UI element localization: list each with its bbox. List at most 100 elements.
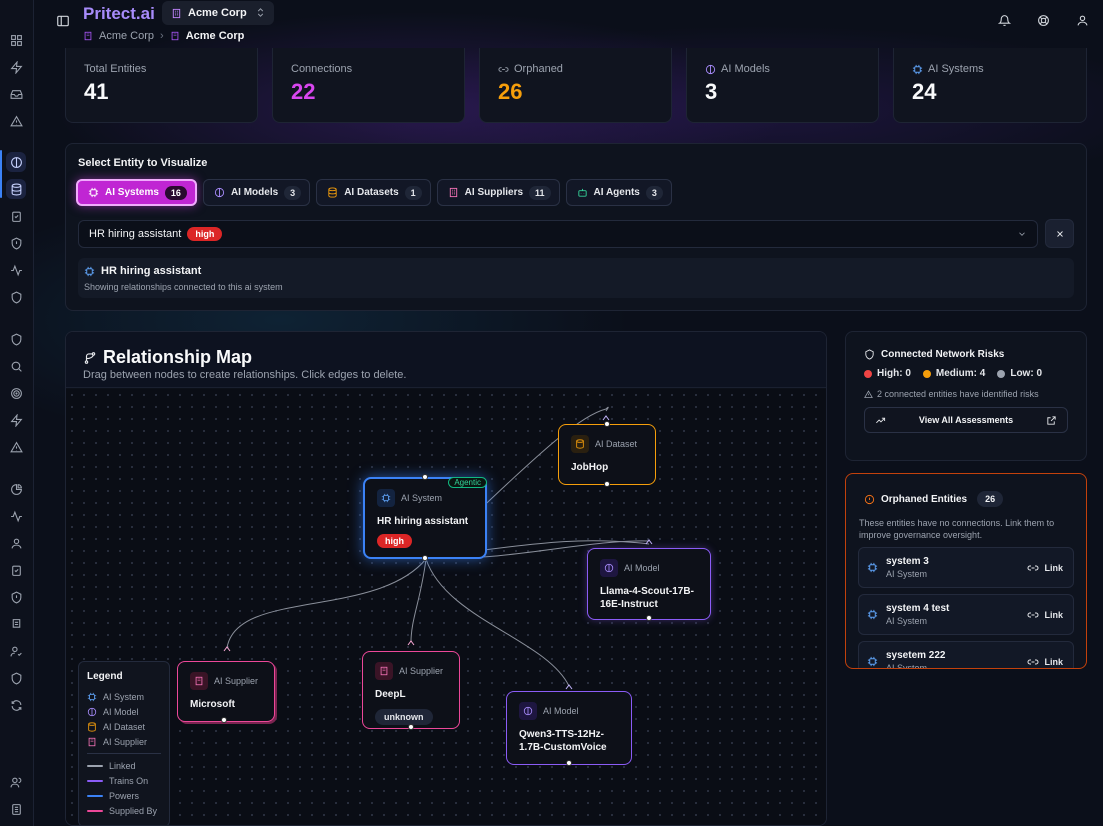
sidebar-pulse-icon[interactable] (8, 508, 24, 524)
sidebar-inbox-icon[interactable] (8, 86, 24, 102)
sidebar-shield-icon[interactable] (8, 289, 24, 305)
orphaned-item-name: sysetem 222 (886, 650, 946, 661)
legend-line (87, 779, 103, 782)
node-handle[interactable] (408, 724, 414, 730)
sidebar-shield-alert-icon[interactable] (8, 235, 24, 251)
sidebar-scroll-icon[interactable] (8, 616, 24, 632)
sidebar-active-indicator (0, 150, 2, 198)
node-hr-hiring-assistant[interactable]: Agentic AI System HR hiring assistant hi… (363, 474, 487, 561)
chip-ai-agents[interactable]: AI Agents 3 (565, 179, 672, 206)
sidebar (0, 0, 34, 826)
help-icon[interactable] (1037, 14, 1050, 32)
edge-marker (407, 640, 415, 646)
agentic-tag: Agentic (448, 477, 487, 488)
sidebar-document-icon[interactable] (8, 801, 24, 817)
sidebar-team-icon[interactable] (8, 774, 24, 790)
node-handle[interactable] (604, 481, 610, 487)
node-deepl[interactable]: AI Supplier DeepL unknown (362, 651, 460, 730)
stat-card-ai-systems: AI Systems 24 (893, 48, 1087, 123)
close-icon (1056, 230, 1063, 237)
sidebar-search-icon[interactable] (8, 358, 24, 374)
node-type: AI Model (543, 706, 579, 716)
chip-ai-models[interactable]: AI Models 3 (202, 179, 311, 206)
chevron-down-icon (1017, 229, 1027, 242)
link-button[interactable]: Link (1027, 609, 1063, 621)
sidebar-alert-icon[interactable] (8, 113, 24, 129)
sidebar-bolt-icon[interactable] (8, 59, 24, 75)
node-handle[interactable] (422, 474, 428, 480)
sidebar-shield-2-icon[interactable] (8, 331, 24, 347)
legend-item: AI Supplier (87, 734, 161, 749)
sidebar-target-icon[interactable] (8, 385, 24, 401)
brain-icon (87, 707, 97, 716)
orphaned-item-text: system 3 AI System (886, 556, 929, 579)
sidebar-user-check-icon[interactable] (8, 643, 24, 659)
sidebar-activity-icon[interactable] (8, 262, 24, 278)
sidebar-chart-pie-icon[interactable] (8, 481, 24, 497)
orphaned-item[interactable]: system 3 AI System Link (858, 547, 1074, 588)
git-branch-icon (84, 351, 96, 364)
node-handle[interactable] (422, 555, 428, 561)
clear-selection-button[interactable] (1045, 219, 1074, 248)
sidebar-brain-icon[interactable] (6, 152, 26, 172)
sidebar-dashboard-icon[interactable] (8, 32, 24, 48)
chip-ai-datasets[interactable]: AI Datasets 1 (316, 179, 431, 206)
sidebar-shield-3-icon[interactable] (8, 670, 24, 686)
sidebar-shield-check-icon[interactable] (8, 589, 24, 605)
trending-up-icon (876, 417, 886, 423)
user-icon[interactable] (1076, 14, 1089, 32)
legend-edge: Supplied By (87, 803, 161, 818)
node-icon (519, 702, 537, 720)
breadcrumb-item[interactable]: Acme Corp (99, 30, 154, 42)
sidebar-refresh-icon[interactable] (8, 697, 24, 713)
sidebar-clipboard-check-icon[interactable] (8, 562, 24, 578)
node-type: AI Dataset (595, 439, 638, 449)
link-button[interactable]: Link (1027, 656, 1063, 668)
graph-canvas[interactable]: AI Dataset JobHop Agentic AI System HR h… (66, 389, 826, 825)
view-assessments-button[interactable]: View All Assessments (864, 407, 1068, 433)
stat-label-row: AI Systems (912, 63, 1068, 75)
link-label: Link (1044, 657, 1063, 667)
selected-entity-name-row: HR hiring assistant (84, 265, 1068, 277)
sidebar-database-icon[interactable] (6, 179, 26, 199)
node-handle[interactable] (221, 717, 227, 723)
orphaned-item[interactable]: system 4 test AI System Link (858, 594, 1074, 635)
node-microsoft[interactable]: AI Supplier Microsoft (177, 661, 275, 723)
org-switcher[interactable]: Acme Corp (162, 1, 274, 25)
node-qwen[interactable]: AI Model Qwen3-TTS-12Hz-1.7B-CustomVoice (506, 691, 632, 766)
node-llama[interactable]: AI Model Llama-4-Scout-17B-16E-Instruct (587, 548, 711, 621)
orphaned-item-type: AI System (886, 663, 928, 669)
entity-select-dropdown[interactable]: HR hiring assistant high (78, 220, 1038, 248)
chip-count: 16 (164, 185, 187, 200)
risk-counts: High: 0 Medium: 4 Low: 0 (864, 368, 1068, 379)
alert-icon (864, 389, 873, 398)
org-switcher-label: Acme Corp (188, 7, 247, 19)
chip-ai-suppliers[interactable]: AI Suppliers 11 (436, 179, 560, 206)
legend-item: AI Model (87, 704, 161, 719)
sidebar-alert-2-icon[interactable] (8, 439, 24, 455)
chip-ai-systems[interactable]: AI Systems 16 (76, 179, 197, 206)
legend-divider (87, 753, 161, 754)
sidebar-clipboard-icon[interactable] (8, 208, 24, 224)
brand-logo[interactable]: Pritect.ai (83, 4, 155, 24)
node-jobhop[interactable]: AI Dataset JobHop (558, 421, 656, 487)
sidebar-toggle-icon[interactable] (56, 14, 70, 33)
sidebar-bolt-2-icon[interactable] (8, 412, 24, 428)
node-icon (375, 662, 393, 680)
risk-low: Low: 0 (997, 368, 1042, 379)
risk-badge: high (187, 227, 223, 241)
bell-icon[interactable] (997, 14, 1012, 32)
selected-entity-desc: Showing relationships connected to this … (84, 282, 283, 292)
node-handle[interactable] (646, 615, 652, 621)
orphaned-desc: These entities have no connections. Link… (859, 518, 1055, 540)
sidebar-users-icon[interactable] (8, 535, 24, 551)
link-button[interactable]: Link (1027, 562, 1063, 574)
building-icon (172, 8, 181, 18)
shield-icon (865, 349, 874, 360)
chip-count: 3 (645, 185, 663, 200)
unlink-icon (498, 66, 509, 72)
node-handle[interactable] (604, 421, 610, 427)
orphaned-item[interactable]: sysetem 222 AI System Link (858, 641, 1074, 669)
building-icon (380, 666, 388, 676)
node-handle[interactable] (566, 760, 572, 766)
